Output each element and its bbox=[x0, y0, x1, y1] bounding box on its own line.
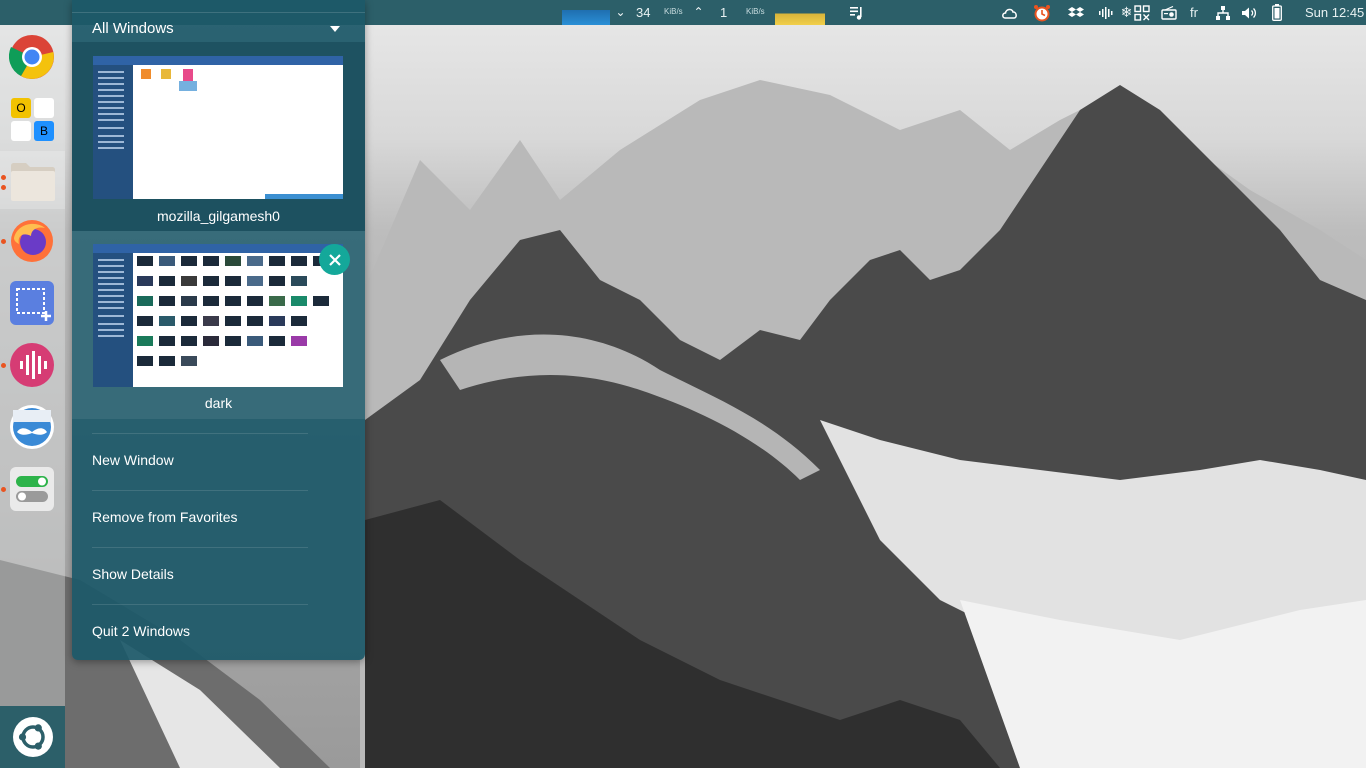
mustache-app-icon bbox=[10, 405, 54, 449]
menu-item-label: Show Details bbox=[92, 566, 174, 582]
dock-item-firefox[interactable] bbox=[1, 215, 58, 267]
net-download-graph bbox=[562, 0, 610, 25]
running-indicator bbox=[1, 487, 6, 492]
window-title: mozilla_gilgamesh0 bbox=[157, 208, 280, 224]
office-tile-blank-1 bbox=[34, 98, 54, 118]
all-windows-header[interactable]: All Windows bbox=[72, 12, 365, 42]
menu-item-label: New Window bbox=[92, 452, 174, 468]
window-thumbnail bbox=[93, 56, 343, 199]
radio-icon[interactable] bbox=[1160, 4, 1177, 21]
menu-item-quit-windows[interactable]: Quit 2 Windows bbox=[72, 609, 365, 654]
volume-icon[interactable] bbox=[1240, 4, 1257, 21]
cloud-icon[interactable] bbox=[1000, 4, 1020, 21]
menu-item-label: Quit 2 Windows bbox=[92, 623, 191, 639]
close-icon bbox=[328, 253, 341, 266]
keyboard-language-indicator[interactable]: fr bbox=[1190, 5, 1198, 20]
dock-item-office-apps[interactable]: O B bbox=[6, 91, 58, 143]
dock-item-screenshot[interactable] bbox=[6, 277, 58, 329]
net-upload-graph bbox=[775, 0, 825, 25]
window-thumbnail bbox=[93, 244, 343, 387]
running-indicator bbox=[1, 175, 6, 180]
firefox-icon bbox=[11, 220, 53, 262]
thumbnail-sidebar bbox=[93, 65, 133, 199]
office-tile-o: O bbox=[11, 98, 31, 118]
dock-item-mustache-app[interactable] bbox=[6, 401, 58, 453]
clock[interactable]: Sun 12:45 bbox=[1305, 5, 1364, 20]
thumbnail-image-grid bbox=[137, 256, 329, 366]
workspace-grid-icon[interactable] bbox=[1133, 4, 1150, 21]
running-indicator bbox=[1, 239, 6, 244]
network-icon[interactable] bbox=[1214, 4, 1231, 21]
screenshot-icon bbox=[10, 281, 54, 325]
network-down-arrow-icon: ⌄ bbox=[615, 4, 626, 19]
thumbnail-sidebar bbox=[93, 253, 133, 387]
ubuntu-logo-icon bbox=[12, 717, 53, 757]
menu-item-label: Remove from Favorites bbox=[92, 509, 238, 525]
dropbox-icon[interactable] bbox=[1067, 4, 1084, 21]
office-tile-blank-2 bbox=[11, 121, 31, 141]
thumbnail-content bbox=[133, 253, 343, 387]
app-context-menu: All Windows mozilla_gilgamesh0 dark New … bbox=[72, 0, 365, 660]
battery-icon[interactable] bbox=[1268, 4, 1285, 21]
dock-item-toggle-settings[interactable] bbox=[1, 463, 58, 515]
net-down-unit: KiB/s bbox=[664, 7, 683, 16]
menu-separator bbox=[92, 433, 308, 434]
dock-item-chrome[interactable] bbox=[6, 31, 58, 83]
running-indicator bbox=[1, 185, 6, 190]
toggle-settings-icon bbox=[10, 467, 54, 511]
window-preview-1[interactable]: mozilla_gilgamesh0 bbox=[72, 42, 365, 231]
thumbnail-titlebar bbox=[93, 56, 343, 65]
net-down-value: 34 bbox=[636, 5, 651, 20]
thumbnail-statusbar bbox=[265, 194, 343, 199]
alarm-clock-icon[interactable] bbox=[1032, 4, 1052, 21]
show-applications-button[interactable] bbox=[0, 706, 65, 768]
music-note-icon[interactable] bbox=[848, 4, 865, 21]
window-preview-2[interactable]: dark bbox=[72, 231, 365, 419]
thumbnail-titlebar bbox=[93, 244, 343, 253]
all-windows-label: All Windows bbox=[92, 20, 174, 37]
office-tile-b: B bbox=[34, 121, 54, 141]
window-title: dark bbox=[204, 395, 233, 411]
menu-item-remove-from-favorites[interactable]: Remove from Favorites bbox=[72, 495, 365, 540]
thumbnail-content bbox=[133, 65, 343, 199]
dock-item-audio-recorder[interactable] bbox=[1, 339, 58, 391]
net-up-unit: KiB/s bbox=[746, 7, 765, 16]
menu-separator bbox=[92, 547, 308, 548]
net-up-value: 1 bbox=[720, 5, 728, 20]
dock: O B bbox=[0, 25, 65, 768]
menu-separator bbox=[92, 604, 308, 605]
close-window-button[interactable] bbox=[319, 244, 350, 275]
running-indicator bbox=[1, 363, 6, 368]
menu-separator bbox=[92, 490, 308, 491]
audio-recorder-icon bbox=[10, 343, 54, 387]
dock-item-files[interactable] bbox=[0, 151, 65, 209]
chrome-icon bbox=[9, 35, 54, 79]
menu-item-new-window[interactable]: New Window bbox=[72, 438, 365, 483]
audio-wave-icon[interactable] bbox=[1097, 4, 1114, 21]
office-apps-icon: O B bbox=[9, 94, 55, 141]
menu-item-show-details[interactable]: Show Details bbox=[72, 552, 365, 597]
chevron-down-icon bbox=[330, 26, 340, 32]
files-icon bbox=[10, 163, 55, 201]
network-up-arrow-icon: ⌃ bbox=[693, 4, 704, 19]
